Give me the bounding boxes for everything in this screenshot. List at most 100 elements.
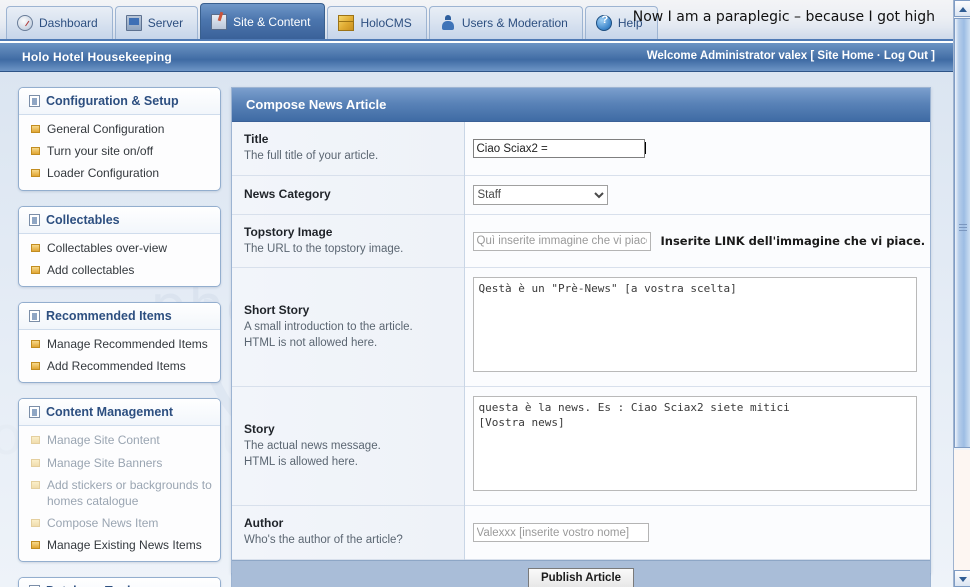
- title-input[interactable]: [473, 139, 645, 158]
- account-bar: Welcome Administrator valex [ Site Home …: [647, 50, 935, 62]
- topstory-description: The URL to the topstory image.: [244, 241, 454, 258]
- short-story-label: Short Story: [244, 303, 454, 317]
- sidebar-item-label: Turn your site on/off: [47, 143, 153, 159]
- author-input[interactable]: [473, 523, 649, 542]
- form-row-title: Title The full title of your article.: [232, 122, 930, 175]
- sidebar-panel-list: Manage Recommended Items Add Recommended…: [19, 330, 220, 382]
- sidebar-item-label: Add Recommended Items: [47, 358, 186, 374]
- scrollbar-thumb[interactable]: [954, 18, 970, 448]
- publish-article-button[interactable]: Publish Article: [528, 568, 634, 587]
- tab-server[interactable]: Server: [115, 6, 198, 39]
- tab-holocms-label: HoloCMS: [360, 16, 411, 30]
- welcome-end: ]: [928, 50, 935, 62]
- welcome-text: Welcome Administrator valex [: [647, 50, 818, 62]
- app-header: Holo Hotel Housekeeping Welcome Administ…: [0, 43, 953, 72]
- sidebar-panel-header: Collectables: [19, 207, 220, 234]
- marquee-text: Now I am a paraplegic – because I got hi…: [633, 9, 935, 25]
- tab-users-and-moderation-label: Users & Moderation: [462, 16, 568, 30]
- tab-site-and-content-label: Site & Content: [233, 15, 310, 29]
- sidebar-panel-title: Recommended Items: [46, 309, 172, 323]
- short-story-description-1: A small introduction to the article.: [244, 319, 454, 336]
- sidebar-panel-title: Configuration & Setup: [46, 94, 179, 108]
- folder-icon: [31, 519, 40, 527]
- tab-strip: Dashboard Server Site & Content HoloCMS …: [6, 2, 660, 39]
- scrollbar-track-lower[interactable]: [954, 450, 970, 570]
- topstory-hint: Inserite LINK dell'immagine che vi piace…: [661, 234, 926, 248]
- sidebar-item-collectables-overview[interactable]: Collectables over-view: [19, 237, 220, 259]
- scrollbar-grip-icon: [959, 224, 967, 231]
- sidebar-item-add-stickers-or-backgrounds[interactable]: Add stickers or backgrounds to homes cat…: [19, 474, 220, 512]
- question-icon: [596, 15, 612, 31]
- sidebar-item-label: Compose News Item: [47, 515, 158, 531]
- form-label-cell: Short Story A small introduction to the …: [232, 268, 464, 387]
- sidebar-panel-list: General Configuration Turn your site on/…: [19, 115, 220, 190]
- folder-icon: [31, 169, 40, 177]
- sidebar-item-label: Loader Configuration: [47, 165, 159, 181]
- topstory-image-input[interactable]: [473, 232, 651, 251]
- site-home-link[interactable]: Site Home: [817, 50, 873, 62]
- folder-icon: [31, 340, 40, 348]
- sidebar-item-manage-recommended-items[interactable]: Manage Recommended Items: [19, 333, 220, 355]
- tab-holocms[interactable]: HoloCMS: [327, 6, 426, 39]
- form-label-cell: News Category: [232, 175, 464, 214]
- story-description-2: HTML is allowed here.: [244, 454, 454, 471]
- sidebar-item-turn-site-on-off[interactable]: Turn your site on/off: [19, 140, 220, 162]
- toolbox-icon: [211, 14, 227, 30]
- sidebar-item-general-configuration[interactable]: General Configuration: [19, 118, 220, 140]
- sidebar-item-add-recommended-items[interactable]: Add Recommended Items: [19, 355, 220, 377]
- log-out-link[interactable]: Log Out: [884, 50, 928, 62]
- sidebar-panel-header: Recommended Items: [19, 303, 220, 330]
- news-category-select[interactable]: Staff: [473, 185, 608, 205]
- tab-users-and-moderation[interactable]: Users & Moderation: [429, 6, 583, 39]
- tab-dashboard[interactable]: Dashboard: [6, 6, 113, 39]
- compose-news-form: Title The full title of your article. Ne…: [232, 122, 930, 560]
- sidebar-panel-header: Database Tools: [19, 578, 220, 587]
- scroll-up-button[interactable]: [954, 0, 970, 17]
- scroll-down-button[interactable]: [954, 570, 970, 587]
- sidebar-item-label: Manage Recommended Items: [47, 336, 208, 352]
- sidebar-item-manage-existing-news-items[interactable]: Manage Existing News Items: [19, 534, 220, 556]
- sidebar-panel-title: Collectables: [46, 213, 120, 227]
- short-story-textarea[interactable]: Qestà è un "Prè-News" [a vostra scelta]: [473, 277, 917, 372]
- folder-icon: [31, 147, 40, 155]
- page-body: photobucket more of your Configuration &…: [0, 72, 953, 587]
- story-description-1: The actual news message.: [244, 438, 454, 455]
- sidebar-panel-content-management: Content Management Manage Site Content M…: [18, 398, 221, 562]
- form-row-author: Author Who's the author of the article?: [232, 506, 930, 560]
- tab-strip-bar: Dashboard Server Site & Content HoloCMS …: [0, 0, 953, 41]
- folder-icon: [31, 481, 40, 489]
- panel-icon: [29, 95, 40, 107]
- tab-site-and-content[interactable]: Site & Content: [200, 3, 325, 39]
- panel-icon: [29, 214, 40, 226]
- sidebar-item-manage-site-banners[interactable]: Manage Site Banners: [19, 452, 220, 474]
- officer-icon: [440, 15, 456, 31]
- form-field-cell: [464, 122, 930, 175]
- sidebar-panel-list: Collectables over-view Add collectables: [19, 234, 220, 286]
- author-description: Who's the author of the article?: [244, 532, 454, 549]
- folder-icon: [31, 244, 40, 252]
- sidebar-item-loader-configuration[interactable]: Loader Configuration: [19, 162, 220, 184]
- content-panel-title: Compose News Article: [232, 88, 930, 122]
- sidebar-item-label: Manage Site Content: [47, 432, 160, 448]
- sidebar-item-label: Collectables over-view: [47, 240, 167, 256]
- form-field-cell: questa è la news. Es : Ciao Sciax2 siete…: [464, 387, 930, 506]
- form-field-cell: Inserite LINK dell'immagine che vi piace…: [464, 214, 930, 268]
- chevron-up-icon: [959, 7, 967, 12]
- topstory-label: Topstory Image: [244, 225, 454, 239]
- sidebar-item-manage-site-content[interactable]: Manage Site Content: [19, 429, 220, 451]
- sidebar-item-add-collectables[interactable]: Add collectables: [19, 259, 220, 281]
- sidebar-panel-title: Content Management: [46, 405, 173, 419]
- gauge-icon: [17, 15, 33, 31]
- vertical-scrollbar[interactable]: [953, 0, 970, 587]
- sidebar-item-compose-news-item[interactable]: Compose News Item: [19, 512, 220, 534]
- content-panel: Compose News Article Title The full titl…: [231, 87, 931, 573]
- story-textarea[interactable]: questa è la news. Es : Ciao Sciax2 siete…: [473, 396, 917, 491]
- sidebar: Configuration & Setup General Configurat…: [18, 87, 221, 587]
- chevron-down-icon: [959, 577, 967, 582]
- folder-icon: [31, 459, 40, 467]
- text-cursor: [645, 142, 646, 154]
- sidebar-panel-recommended-items: Recommended Items Manage Recommended Ite…: [18, 302, 221, 383]
- publish-bar: Publish Article: [232, 560, 930, 587]
- sidebar-panel-collectables: Collectables Collectables over-view Add …: [18, 206, 221, 287]
- news-category-label: News Category: [244, 187, 454, 201]
